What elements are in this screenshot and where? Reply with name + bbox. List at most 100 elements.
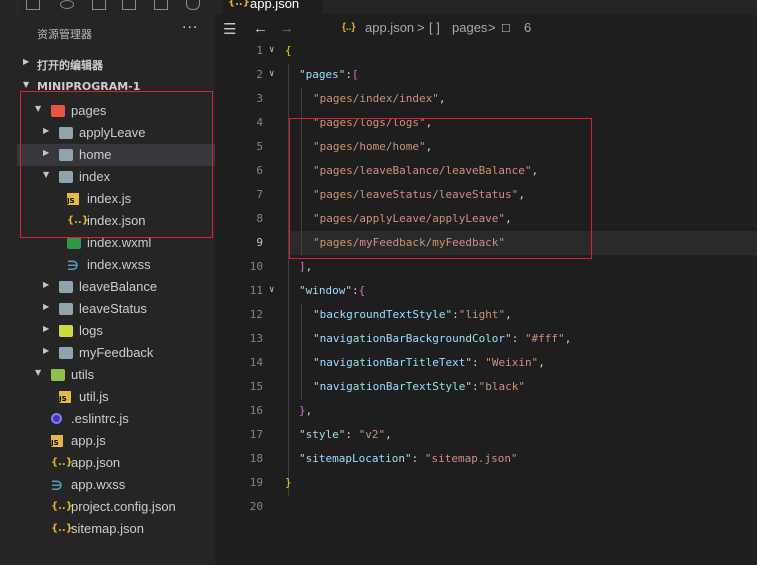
extensions-icon[interactable] [122, 0, 136, 10]
code-token: "backgroundTextStyle" [313, 308, 453, 321]
folder-icon [59, 303, 73, 315]
code-token: , [505, 308, 512, 321]
line-number: 2 [256, 68, 263, 81]
json-file-icon: {..} [51, 457, 73, 468]
breadcrumb-index[interactable]: 6 [524, 20, 531, 35]
line-number: 8 [256, 212, 263, 225]
code-token: , [564, 332, 572, 345]
code-line: "navigationBarTitleText": "Weixin", [313, 356, 545, 369]
code-token: , [538, 356, 545, 369]
folder-open-icon [51, 369, 65, 381]
line-number: 7 [256, 188, 263, 201]
search-icon[interactable] [60, 0, 74, 9]
line-number: 6 [256, 164, 263, 177]
code-token: : [452, 308, 459, 321]
tree-item-app-wxss[interactable]: ∋ app.wxss [17, 474, 215, 496]
code-token: "pages" [299, 68, 346, 81]
tree-item-index-wxss[interactable]: ∋ index.wxss [17, 254, 215, 276]
open-editors-label: 打开的编辑器 [37, 59, 103, 72]
debug-icon[interactable] [154, 0, 168, 10]
line-number: 16 [249, 404, 263, 417]
forward-arrow-icon[interactable]: → [279, 20, 294, 37]
code-token: "light" [458, 308, 506, 321]
eslint-file-icon [51, 413, 62, 424]
chevron-right-icon: ▶ [23, 57, 30, 66]
breadcrumb-separator: > [417, 20, 425, 35]
tree-item-utils[interactable]: ▼ utils [17, 364, 215, 386]
breadcrumb-key[interactable]: pages [452, 20, 487, 35]
line-number: 15 [249, 380, 263, 393]
tree-item-app-json[interactable]: {..} app.json [17, 452, 215, 474]
back-arrow-icon[interactable]: ← [253, 20, 268, 37]
code-token: "v2" [358, 428, 386, 441]
tab-label: app.json [250, 0, 300, 11]
code-token: { [358, 284, 366, 297]
tree-item-label: sitemap.json [71, 521, 144, 536]
more-actions-icon[interactable]: ··· [182, 20, 198, 36]
tree-item-label: index.wxss [87, 257, 151, 272]
tree-item-myfeedback[interactable]: ▶ myFeedback [17, 342, 215, 364]
line-number: 17 [249, 428, 263, 441]
array-icon: [ ] [429, 20, 440, 35]
tree-item-label: app.js [71, 433, 106, 448]
fold-chevron-icon[interactable]: ∨ [269, 69, 274, 79]
tree-item-label: leaveStatus [79, 301, 147, 316]
tree-item-label: project.config.json [71, 499, 176, 514]
tree-item-eslintrc-js[interactable]: .eslintrc.js [17, 408, 215, 430]
open-editors-section[interactable]: ▶ 打开的编辑器 [17, 54, 215, 74]
code-line: "style": "v2", [299, 428, 392, 441]
code-line: "pages/index/index", [313, 92, 445, 105]
chevron-down-icon: ▼ [23, 80, 30, 89]
line-number: 19 [249, 476, 263, 489]
code-line: "backgroundTextStyle":"light", [313, 308, 512, 321]
line-number: 11 [249, 284, 263, 297]
code-line: ], [299, 260, 312, 273]
annotation-box-pages [289, 118, 592, 259]
css-file-icon: ∋ [51, 479, 63, 494]
tree-item-app-js[interactable]: JS app.js [17, 430, 215, 452]
source-control-icon[interactable] [92, 0, 106, 10]
fold-chevron-icon[interactable]: ∨ [269, 285, 274, 295]
code-token: "navigationBarTitleText" [313, 356, 472, 369]
tree-item-label: logs [79, 323, 103, 338]
tree-item-util-js[interactable]: JS util.js [17, 386, 215, 408]
code-token: , [305, 404, 313, 417]
code-line: "sitemapLocation": "sitemap.json" [299, 452, 518, 465]
code-line: "window":{ [299, 284, 365, 297]
json-icon: {..} [342, 22, 356, 33]
js-file-icon: JS [59, 391, 71, 403]
tree-item-label: app.wxss [71, 477, 126, 492]
code-token: "sitemap.json" [424, 452, 518, 465]
tree-item-label: utils [71, 367, 95, 382]
css-file-icon: ∋ [67, 259, 79, 274]
code-token: "black" [478, 380, 525, 393]
line-number: 9 [256, 236, 263, 249]
tree-item-label: myFeedback [79, 345, 154, 360]
tree-item-leavestatus[interactable]: ▶ leaveStatus [17, 298, 215, 320]
cloud-icon[interactable] [186, 0, 200, 10]
code-token: : [351, 284, 359, 297]
outline-icon[interactable]: ☰ [223, 20, 236, 38]
chevron-right-icon: ▶ [43, 324, 50, 333]
tab-bar: {..} app.json [215, 0, 757, 14]
number-icon: ☐ [501, 23, 511, 35]
code-line: } [285, 476, 292, 489]
code-line: { [285, 44, 292, 57]
code-token: { [285, 44, 292, 57]
line-number: 3 [256, 92, 263, 105]
breadcrumb-file[interactable]: app.json [365, 20, 414, 35]
chevron-right-icon: ▶ [43, 280, 50, 289]
explorer-title: 资源管理器 [37, 28, 92, 41]
tree-item-leavebalance[interactable]: ▶ leaveBalance [17, 276, 215, 298]
line-number: 1 [256, 44, 263, 57]
explorer-icon[interactable] [26, 0, 40, 10]
code-token: "window" [299, 284, 352, 297]
tree-item-sitemap-json[interactable]: {..} sitemap.json [17, 518, 215, 540]
js-file-icon: JS [51, 435, 63, 447]
tree-item-project-config-json[interactable]: {..} project.config.json [17, 496, 215, 518]
tab-app-json[interactable]: {..} app.json [223, 0, 323, 14]
fold-chevron-icon[interactable]: ∨ [269, 45, 274, 55]
code-token: [ [351, 68, 359, 81]
code-line: "navigationBarTextStyle":"black" [313, 380, 525, 393]
tree-item-logs[interactable]: ▶ logs [17, 320, 215, 342]
